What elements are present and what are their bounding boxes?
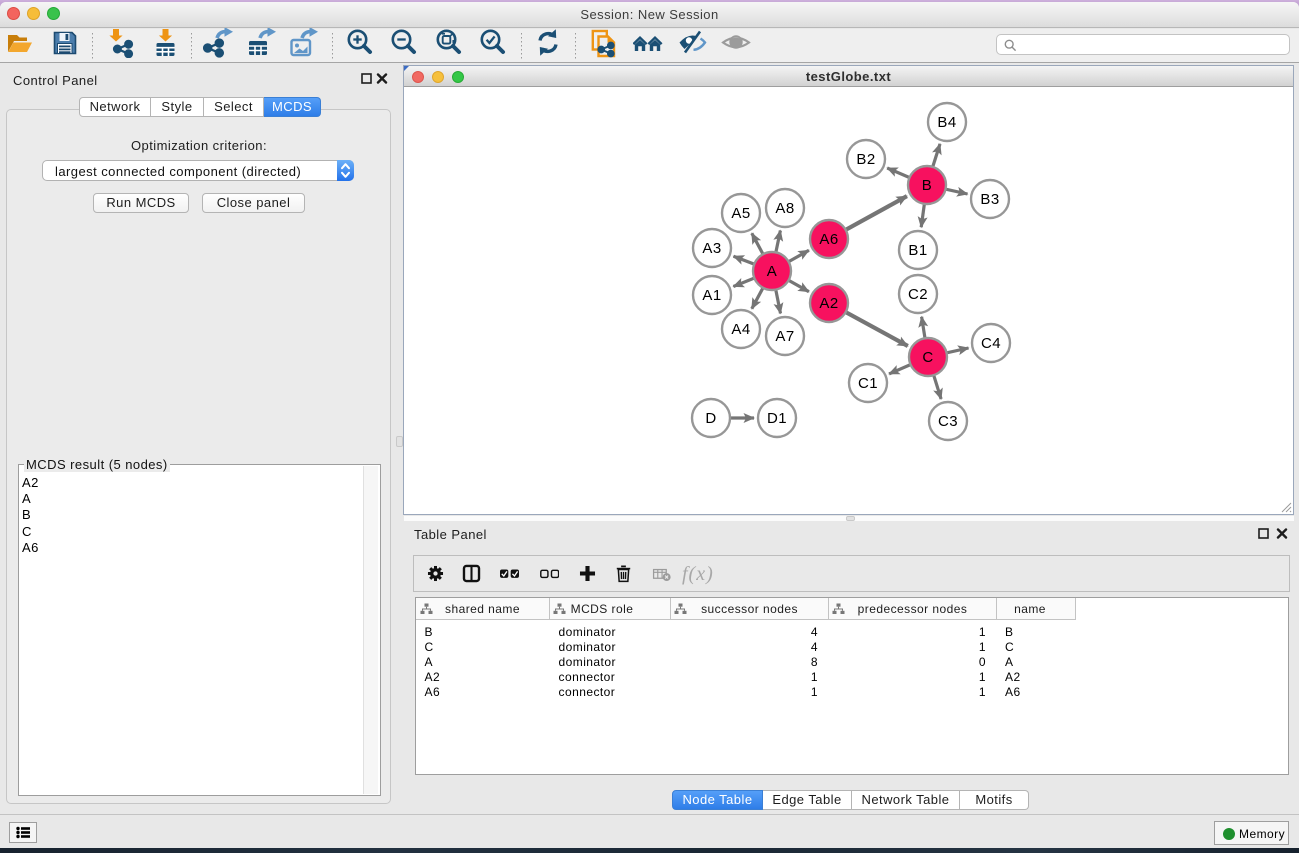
svg-text:A8: A8 bbox=[775, 200, 794, 217]
svg-text:C2: C2 bbox=[908, 286, 928, 303]
svg-text:A: A bbox=[767, 263, 777, 280]
svg-text:C3: C3 bbox=[938, 413, 958, 430]
svg-text:B: B bbox=[922, 177, 932, 194]
svg-text:C1: C1 bbox=[858, 375, 878, 392]
svg-text:B4: B4 bbox=[937, 114, 956, 131]
svg-text:A6: A6 bbox=[819, 231, 838, 248]
svg-text:C4: C4 bbox=[981, 335, 1001, 352]
svg-text:A1: A1 bbox=[702, 287, 721, 304]
svg-text:A3: A3 bbox=[702, 240, 721, 257]
svg-text:B2: B2 bbox=[856, 151, 875, 168]
svg-text:B3: B3 bbox=[980, 191, 999, 208]
svg-text:A7: A7 bbox=[775, 328, 794, 345]
svg-text:A5: A5 bbox=[731, 205, 750, 222]
svg-text:D: D bbox=[705, 410, 716, 427]
svg-text:C: C bbox=[922, 349, 933, 366]
svg-text:A2: A2 bbox=[819, 295, 838, 312]
svg-text:D1: D1 bbox=[767, 410, 787, 427]
svg-text:B1: B1 bbox=[908, 242, 927, 259]
svg-text:A4: A4 bbox=[731, 321, 750, 338]
